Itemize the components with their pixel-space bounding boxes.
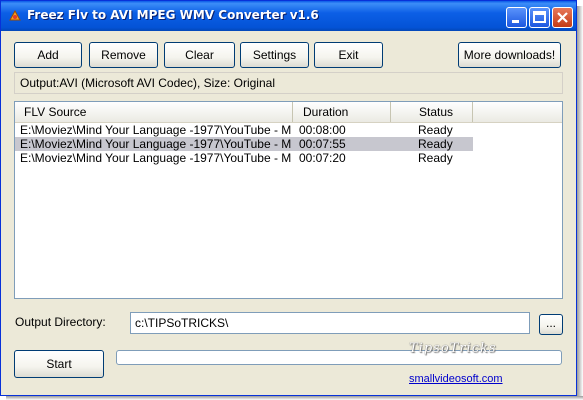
minimize-button[interactable] [506,7,527,28]
output-format-info: Output:AVI (Microsoft AVI Codec), Size: … [14,72,563,94]
window-title: Freez Flv to AVI MPEG WMV Converter v1.6 [27,8,319,22]
table-row[interactable]: E:\Moviez\Mind Your Language -1977\YouTu… [15,151,473,165]
watermark-logo: TipsoTricks [409,341,497,356]
website-link[interactable]: smallvideosoft.com [409,373,503,385]
cell-status: Ready [418,137,453,151]
add-button[interactable]: Add [14,42,82,68]
cell-source: E:\Moviez\Mind Your Language -1977\YouTu… [20,123,292,137]
maximize-button[interactable] [529,7,550,28]
list-header: FLV Source Duration Status [15,102,562,123]
cell-status: Ready [418,123,453,137]
cell-duration: 00:07:20 [299,151,346,165]
settings-button[interactable]: Settings [240,42,309,68]
cell-duration: 00:08:00 [299,123,346,137]
exit-button[interactable]: Exit [314,42,383,68]
column-header-source[interactable]: FLV Source [15,102,293,122]
table-row-selected[interactable]: E:\Moviez\Mind Your Language -1977\YouTu… [15,137,473,151]
window-shadow [6,396,583,400]
more-downloads-button[interactable]: More downloads! [458,42,561,68]
cell-source: E:\Moviez\Mind Your Language -1977\YouTu… [20,137,292,151]
table-row[interactable]: E:\Moviez\Mind Your Language -1977\YouTu… [15,123,473,137]
column-header-status[interactable]: Status [391,102,473,122]
main-window: Freez Flv to AVI MPEG WMV Converter v1.6… [0,0,577,396]
column-header-duration[interactable]: Duration [293,102,391,122]
cell-duration: 00:07:55 [299,137,346,151]
output-directory-label: Output Directory: [15,315,106,329]
flv-source-list[interactable]: FLV Source Duration Status E:\Moviez\Min… [14,101,563,299]
minimize-icon [512,20,519,23]
app-icon [9,9,21,21]
start-button[interactable]: Start [14,350,104,378]
cell-source: E:\Moviez\Mind Your Language -1977\YouTu… [20,151,292,165]
title-bar[interactable]: Freez Flv to AVI MPEG WMV Converter v1.6 [1,1,576,31]
output-directory-input[interactable]: c:\TIPSoTRICKS\ [130,312,530,334]
close-button[interactable] [552,7,573,28]
close-icon [557,12,568,23]
remove-button[interactable]: Remove [89,42,158,68]
maximize-icon [533,11,546,23]
clear-button[interactable]: Clear [164,42,235,68]
cell-status: Ready [418,151,453,165]
browse-button[interactable]: ... [539,314,563,335]
window-shadow [577,6,583,400]
